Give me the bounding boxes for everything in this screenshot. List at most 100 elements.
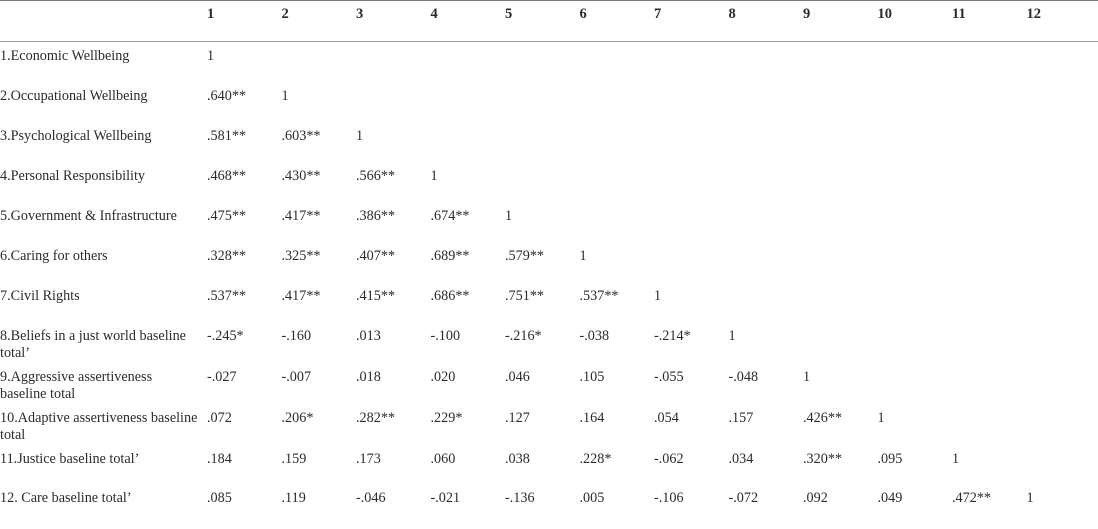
correlation-cell: 1: [1025, 490, 1098, 529]
row-label: 3.Psychological Wellbeing: [0, 128, 205, 168]
empty-cell: [801, 328, 876, 369]
table-row: 10.Adaptive assertiveness baseline total…: [0, 410, 1098, 451]
empty-cell: [578, 168, 653, 208]
empty-cell: [503, 128, 578, 168]
correlation-cell: .034: [727, 451, 802, 490]
column-header-6: 6: [578, 1, 653, 42]
empty-cell: [876, 128, 951, 168]
correlation-cell: .325**: [280, 248, 355, 288]
empty-cell: [1025, 88, 1098, 128]
empty-cell: [801, 288, 876, 328]
empty-cell: [1025, 369, 1098, 410]
empty-cell: [801, 168, 876, 208]
correlation-cell: .092: [801, 490, 876, 529]
correlation-cell: .005: [578, 490, 653, 529]
empty-cell: [578, 88, 653, 128]
correlation-cell: .537**: [205, 288, 280, 328]
column-header-8: 8: [727, 1, 802, 42]
correlation-cell: .206*: [280, 410, 355, 451]
empty-cell: [652, 48, 727, 88]
empty-cell: [1025, 410, 1098, 451]
row-label: 5.Government & Infrastructure: [0, 208, 205, 248]
empty-cell: [1025, 288, 1098, 328]
empty-cell: [876, 369, 951, 410]
empty-cell: [503, 48, 578, 88]
empty-cell: [801, 248, 876, 288]
correlation-cell: .751**: [503, 288, 578, 328]
correlation-cell: .407**: [354, 248, 429, 288]
correlation-cell: .417**: [280, 208, 355, 248]
empty-cell: [727, 48, 802, 88]
column-header-4: 4: [429, 1, 504, 42]
empty-cell: [876, 208, 951, 248]
correlation-cell: -.007: [280, 369, 355, 410]
empty-cell: [876, 48, 951, 88]
column-header-3: 3: [354, 1, 429, 42]
correlation-cell: .430**: [280, 168, 355, 208]
correlation-cell: .603**: [280, 128, 355, 168]
row-label: 11.Justice baseline total’: [0, 451, 205, 490]
correlation-cell: .386**: [354, 208, 429, 248]
correlation-cell: -.072: [727, 490, 802, 529]
table-row: 4.Personal Responsibility.468**.430**.56…: [0, 168, 1098, 208]
correlation-cell: -.055: [652, 369, 727, 410]
empty-cell: [801, 88, 876, 128]
empty-cell: [727, 288, 802, 328]
row-label: 6.Caring for others: [0, 248, 205, 288]
empty-cell: [950, 208, 1025, 248]
empty-cell: [801, 208, 876, 248]
correlation-cell: -.136: [503, 490, 578, 529]
empty-cell: [652, 208, 727, 248]
empty-cell: [652, 168, 727, 208]
empty-cell: [429, 48, 504, 88]
empty-cell: [503, 168, 578, 208]
correlation-cell: .686**: [429, 288, 504, 328]
empty-cell: [652, 128, 727, 168]
correlation-cell: 1: [950, 451, 1025, 490]
empty-cell: [801, 128, 876, 168]
correlation-cell: .229*: [429, 410, 504, 451]
correlation-cell: 1: [801, 369, 876, 410]
empty-cell: [876, 88, 951, 128]
correlation-cell: 1: [354, 128, 429, 168]
table-body: 1.Economic Wellbeing12.Occupational Well…: [0, 42, 1098, 529]
column-header-11: 11: [950, 1, 1025, 42]
table-row: 7.Civil Rights.537**.417**.415**.686**.7…: [0, 288, 1098, 328]
correlation-cell: 1: [578, 248, 653, 288]
table-row: 6.Caring for others.328**.325**.407**.68…: [0, 248, 1098, 288]
empty-cell: [578, 128, 653, 168]
column-header-10: 10: [876, 1, 951, 42]
correlation-cell: -.214*: [652, 328, 727, 369]
table-row: 12. Care baseline total’.085.119-.046-.0…: [0, 490, 1098, 529]
correlation-cell: .020: [429, 369, 504, 410]
row-label: 2.Occupational Wellbeing: [0, 88, 205, 128]
corr-table: 1 2 3 4 5 6 7 8 9 10 11 12 1.Economic We…: [0, 0, 1098, 529]
correlation-cell: 1: [280, 88, 355, 128]
empty-cell: [1025, 208, 1098, 248]
row-label: 8.Beliefs in a just world baseline total…: [0, 328, 205, 369]
correlation-cell: -.021: [429, 490, 504, 529]
empty-cell: [354, 88, 429, 128]
correlation-cell: .426**: [801, 410, 876, 451]
correlation-cell: .320**: [801, 451, 876, 490]
row-label: 10.Adaptive assertiveness baseline total: [0, 410, 205, 451]
correlation-cell: 1: [503, 208, 578, 248]
table-row: 1.Economic Wellbeing1: [0, 48, 1098, 88]
empty-cell: [801, 48, 876, 88]
correlation-matrix-table: 1 2 3 4 5 6 7 8 9 10 11 12 1.Economic We…: [0, 0, 1098, 522]
correlation-cell: .475**: [205, 208, 280, 248]
empty-cell: [1025, 451, 1098, 490]
correlation-cell: -.027: [205, 369, 280, 410]
correlation-cell: -.062: [652, 451, 727, 490]
correlation-cell: .566**: [354, 168, 429, 208]
correlation-cell: .054: [652, 410, 727, 451]
empty-cell: [1025, 328, 1098, 369]
column-header-2: 2: [280, 1, 355, 42]
correlation-cell: .046: [503, 369, 578, 410]
column-header-1: 1: [205, 1, 280, 42]
column-header-12: 12: [1025, 1, 1098, 42]
empty-cell: [727, 128, 802, 168]
empty-cell: [950, 248, 1025, 288]
row-label: 12. Care baseline total’: [0, 490, 205, 529]
empty-cell: [727, 88, 802, 128]
